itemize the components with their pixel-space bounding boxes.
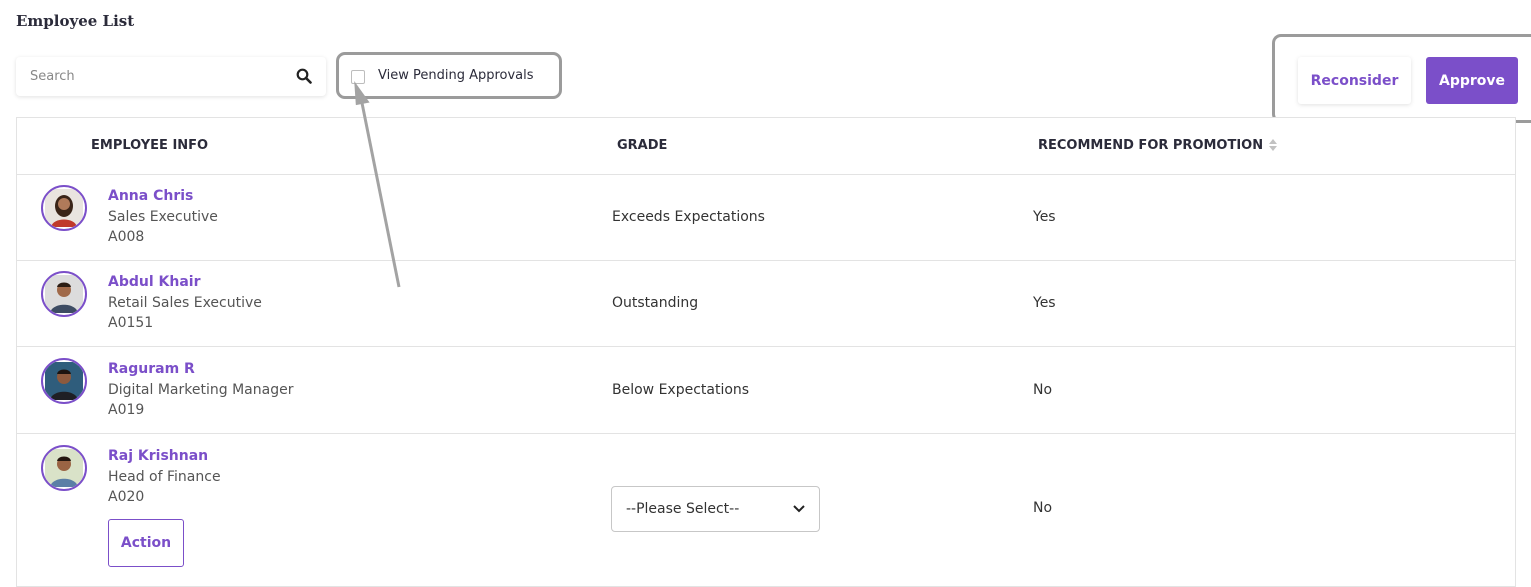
employee-table: EMPLOYEE INFO GRADE RECOMMEND FOR PROMOT… <box>16 117 1516 587</box>
chevron-down-icon <box>793 505 805 513</box>
avatar <box>41 185 87 231</box>
grade-select-value: --Please Select-- <box>626 501 740 517</box>
employee-name[interactable]: Raj Krishnan <box>108 448 208 464</box>
grade-value: Outstanding <box>612 295 699 311</box>
employee-role: Head of Finance <box>108 469 221 485</box>
grade-value: Exceeds Expectations <box>612 209 765 225</box>
employee-role: Sales Executive <box>108 209 218 225</box>
promotion-value: No <box>1033 382 1053 398</box>
grade-select[interactable]: --Please Select-- <box>611 486 820 532</box>
promotion-value: Yes <box>1033 295 1056 311</box>
grade-value: Below Expectations <box>612 382 750 398</box>
employee-name[interactable]: Anna Chris <box>108 188 193 204</box>
search-box <box>16 57 326 96</box>
employee-name[interactable]: Abdul Khair <box>108 274 200 290</box>
search-input[interactable] <box>28 68 292 85</box>
pending-approvals-checkbox[interactable] <box>351 70 365 84</box>
avatar <box>41 445 87 491</box>
avatar <box>41 271 87 317</box>
avatar <box>41 358 87 404</box>
header-grade: GRADE <box>617 138 668 153</box>
pending-approvals-filter[interactable]: View Pending Approvals <box>336 52 562 99</box>
search-icon[interactable] <box>296 68 312 84</box>
employee-role: Retail Sales Executive <box>108 295 262 311</box>
header-recommend-promotion[interactable]: RECOMMEND FOR PROMOTION <box>1038 138 1263 153</box>
employee-id: A0151 <box>108 315 154 331</box>
employee-role: Digital Marketing Manager <box>108 382 294 398</box>
pending-approvals-label: View Pending Approvals <box>378 68 534 83</box>
employee-name[interactable]: Raguram R <box>108 361 195 377</box>
sort-icon[interactable] <box>1268 138 1278 152</box>
employee-id: A008 <box>108 229 145 245</box>
approve-button[interactable]: Approve <box>1426 57 1518 104</box>
action-button[interactable]: Action <box>108 519 184 567</box>
employee-id: A020 <box>108 489 145 505</box>
promotion-value: No <box>1033 500 1053 516</box>
page-title: Employee List <box>16 12 135 30</box>
reconsider-button[interactable]: Reconsider <box>1298 57 1411 104</box>
employee-id: A019 <box>108 402 145 418</box>
promotion-value: Yes <box>1033 209 1056 225</box>
header-employee-info: EMPLOYEE INFO <box>91 138 209 153</box>
